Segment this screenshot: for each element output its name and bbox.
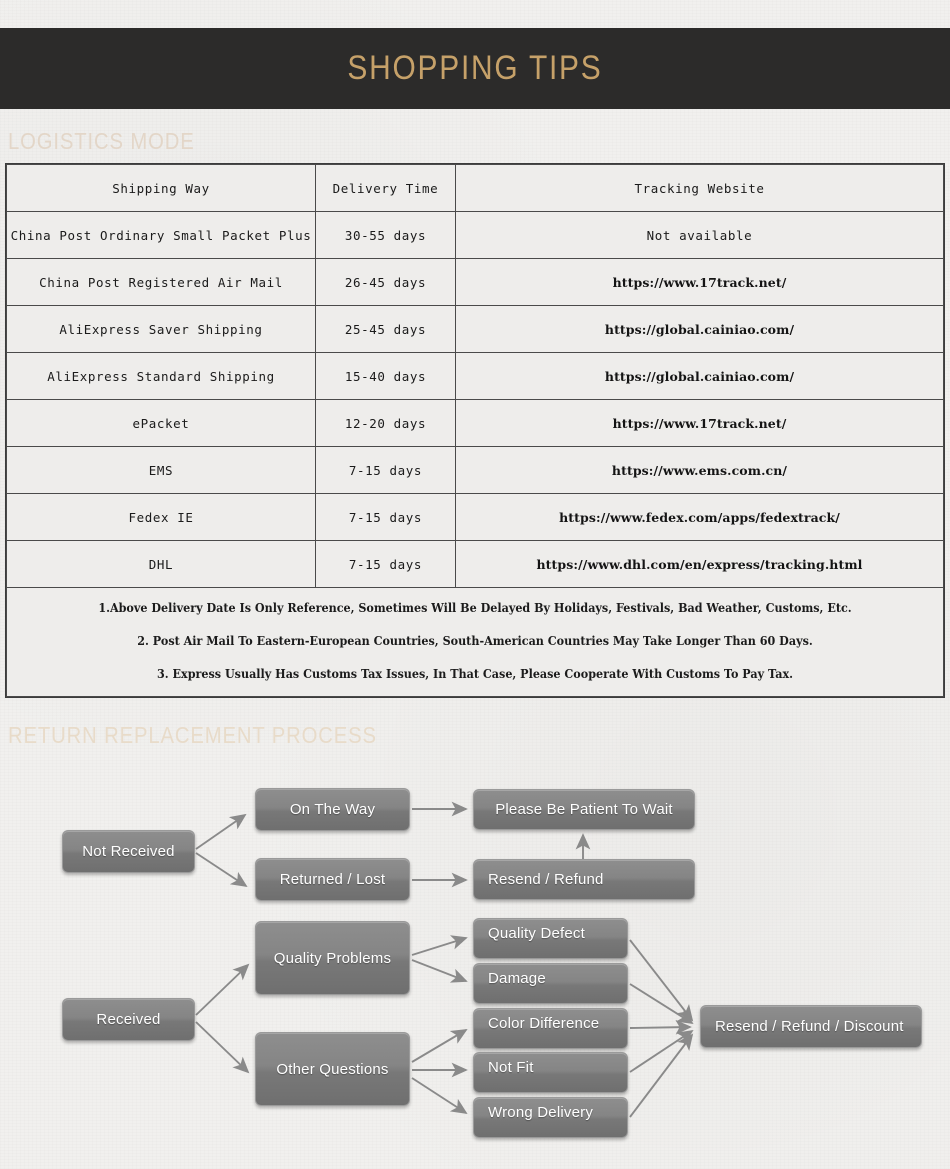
note-line: 2. Post Air Mail To Eastern-European Cou… — [137, 634, 813, 648]
section-heading-logistics-mode: LOGISTICS MODE — [8, 128, 195, 154]
table-row: EMS 7-15 days https://www.ems.com.cn/ — [6, 446, 944, 494]
flow-node-label: Returned / Lost — [279, 871, 386, 888]
note-line: 1.Above Delivery Date Is Only Reference,… — [98, 601, 852, 615]
flow-node-label: Please Be Patient To Wait — [495, 801, 673, 818]
cell-shipping-way: ePacket — [6, 399, 316, 447]
cell-delivery-time: 15-40 days — [315, 352, 456, 400]
table-notes-row: 1.Above Delivery Date Is Only Reference,… — [6, 587, 944, 697]
flow-node-damage[interactable]: Damage — [473, 963, 628, 1004]
flow-node-on-the-way[interactable]: On The Way — [255, 788, 410, 831]
flow-node-quality-defect[interactable]: Quality Defect — [473, 918, 628, 959]
shopping-tips-banner: SHOPPING TIPS — [0, 28, 950, 109]
cell-tracking-website[interactable]: https://global.cainiao.com/ — [455, 305, 944, 353]
cell-shipping-way: China Post Ordinary Small Packet Plus — [6, 211, 316, 259]
cell-delivery-time: 26-45 days — [315, 258, 456, 306]
cell-shipping-way: AliExpress Saver Shipping — [6, 305, 316, 353]
column-header-delivery-time: Delivery Time — [315, 164, 456, 212]
column-header-shipping-way: Shipping Way — [6, 164, 316, 212]
flow-node-wrong-delivery[interactable]: Wrong Delivery — [473, 1097, 628, 1138]
flow-node-label: Quality Defect — [488, 925, 586, 942]
table-row: DHL 7-15 days https://www.dhl.com/en/expre… — [6, 540, 944, 588]
flow-node-label: Color Difference — [488, 1015, 600, 1032]
cell-delivery-time: 7-15 days — [315, 446, 456, 494]
flow-node-not-received[interactable]: Not Received — [62, 830, 195, 873]
flow-node-please-be-patient-to-wait[interactable]: Please Be Patient To Wait — [473, 789, 695, 830]
flow-node-quality-problems[interactable]: Quality Problems — [255, 921, 410, 995]
table-row: China Post Ordinary Small Packet Plus 30-… — [6, 211, 944, 259]
notes-cell: 1.Above Delivery Date Is Only Reference,… — [6, 587, 944, 697]
note-line: 3. Express Usually Has Customs Tax Issue… — [157, 667, 793, 681]
cell-shipping-way: AliExpress Standard Shipping — [6, 352, 316, 400]
flow-node-label: Not Received — [82, 843, 175, 860]
flow-node-label: Quality Problems — [273, 949, 392, 967]
cell-tracking-website[interactable]: https://www.17track.net/ — [455, 258, 944, 306]
cell-tracking-website[interactable]: https://www.fedex.com/apps/fedextrack/ — [455, 493, 944, 541]
table-row: Fedex IE 7-15 days https://www.fedex.com/a… — [6, 493, 944, 541]
cell-tracking-website[interactable]: https://www.ems.com.cn/ — [455, 446, 944, 494]
flow-node-label: Received — [96, 1011, 161, 1028]
cell-delivery-time: 7-15 days — [315, 493, 456, 541]
logistics-table-container: Shipping Way Delivery Time Tracking Websit… — [5, 163, 945, 698]
flow-node-returned-lost[interactable]: Returned / Lost — [255, 858, 410, 901]
table-row: AliExpress Standard Shipping 15-40 days ht… — [6, 352, 944, 400]
cell-shipping-way: China Post Registered Air Mail — [6, 258, 316, 306]
flow-node-label: Resend / Refund / Discount — [715, 1018, 904, 1035]
flow-node-color-difference[interactable]: Color Difference — [473, 1008, 628, 1049]
section-heading-return-replacement-process: RETURN REPLACEMENT PROCESS — [8, 722, 377, 748]
flow-node-resend-refund[interactable]: Resend / Refund — [473, 859, 695, 900]
flow-node-label: Damage — [488, 970, 546, 987]
table-row: ePacket 12-20 days https://www.17track.net… — [6, 399, 944, 447]
cell-delivery-time: 30-55 days — [315, 211, 456, 259]
flow-node-label: Resend / Refund — [488, 871, 604, 888]
cell-delivery-time: 7-15 days — [315, 540, 456, 588]
table-row: AliExpress Saver Shipping 25-45 days https… — [6, 305, 944, 353]
cell-tracking-website[interactable]: https://global.cainiao.com/ — [455, 352, 944, 400]
flow-node-not-fit[interactable]: Not Fit — [473, 1052, 628, 1093]
cell-shipping-way: DHL — [6, 540, 316, 588]
cell-shipping-way: Fedex IE — [6, 493, 316, 541]
logistics-table: Shipping Way Delivery Time Tracking Websit… — [6, 164, 944, 697]
cell-delivery-time: 12-20 days — [315, 399, 456, 447]
return-process-flowchart: Not Received On The Way Returned / Lost … — [0, 760, 950, 1160]
flow-node-label: On The Way — [289, 801, 376, 818]
table-row: China Post Registered Air Mail 26-45 days… — [6, 258, 944, 306]
cell-tracking-website: Not available — [455, 211, 944, 259]
flow-node-received[interactable]: Received — [62, 998, 195, 1041]
flow-node-label: Not Fit — [488, 1059, 534, 1076]
table-header-row: Shipping Way Delivery Time Tracking Websit… — [6, 164, 944, 212]
flow-node-resend-refund-discount[interactable]: Resend / Refund / Discount — [700, 1005, 922, 1048]
column-header-tracking-website: Tracking Website — [455, 164, 944, 212]
cell-shipping-way: EMS — [6, 446, 316, 494]
flow-node-other-questions[interactable]: Other Questions — [255, 1032, 410, 1106]
cell-tracking-website[interactable]: https://www.17track.net/ — [455, 399, 944, 447]
page-title: SHOPPING TIPS — [347, 49, 603, 87]
cell-delivery-time: 25-45 days — [315, 305, 456, 353]
flow-node-label: Other Questions — [276, 1060, 389, 1078]
cell-tracking-website[interactable]: https://www.dhl.com/en/express/tracking.… — [455, 540, 944, 588]
flow-node-label: Wrong Delivery — [488, 1104, 594, 1121]
